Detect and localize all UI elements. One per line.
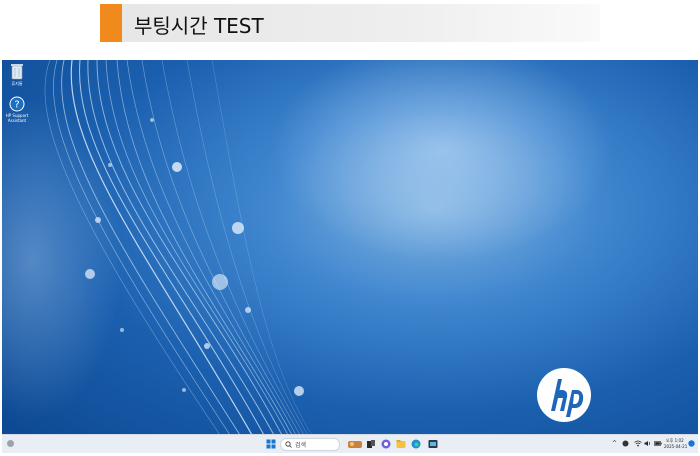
wallpaper <box>2 60 612 435</box>
battery-icon[interactable] <box>654 440 662 447</box>
notification-icon[interactable] <box>688 440 695 447</box>
banner-accent-bar <box>100 4 122 42</box>
search-icon <box>285 441 292 448</box>
help-question-icon: ? <box>9 96 25 112</box>
recycle-bin-icon <box>11 64 23 80</box>
svg-text:?: ? <box>14 100 19 111</box>
widgets-icon[interactable] <box>348 439 362 449</box>
weather-icon[interactable] <box>6 439 15 448</box>
tray-overflow-chevron-icon[interactable]: ^ <box>612 440 617 447</box>
security-icon[interactable] <box>622 440 629 447</box>
desktop-icon-recycle-bin[interactable]: 휴지통 <box>4 62 30 86</box>
desktop-icon-label: 휴지통 <box>11 81 23 86</box>
search-placeholder: 검색 <box>295 442 307 449</box>
page-title: 부팅시간 TEST <box>134 14 264 38</box>
edge-icon[interactable] <box>411 439 421 449</box>
desktop-icon-label: HP Support Assistant <box>5 113 29 123</box>
task-view-icon[interactable] <box>366 439 376 449</box>
wifi-icon[interactable] <box>634 440 642 447</box>
taskbar-search-input[interactable]: 검색 <box>280 438 340 451</box>
file-explorer-icon[interactable] <box>396 439 406 449</box>
hp-logo <box>537 368 591 422</box>
volume-icon[interactable] <box>644 440 651 447</box>
chat-icon[interactable] <box>381 439 391 449</box>
desktop-icon-hp-support[interactable]: ? HP Support Assistant <box>4 96 30 123</box>
clock-date[interactable]: 2025-04-21 <box>664 444 687 449</box>
start-icon[interactable] <box>266 439 276 449</box>
header-banner: 부팅시간 TEST <box>100 4 600 42</box>
taskbar: 검색 ^ 오후 1:02 2025-04-21 <box>2 434 698 453</box>
desktop-screen: 휴지통 ? HP Support Assistant 검색 ^ 오후 1:02 … <box>2 60 698 453</box>
store-icon[interactable] <box>428 439 438 449</box>
